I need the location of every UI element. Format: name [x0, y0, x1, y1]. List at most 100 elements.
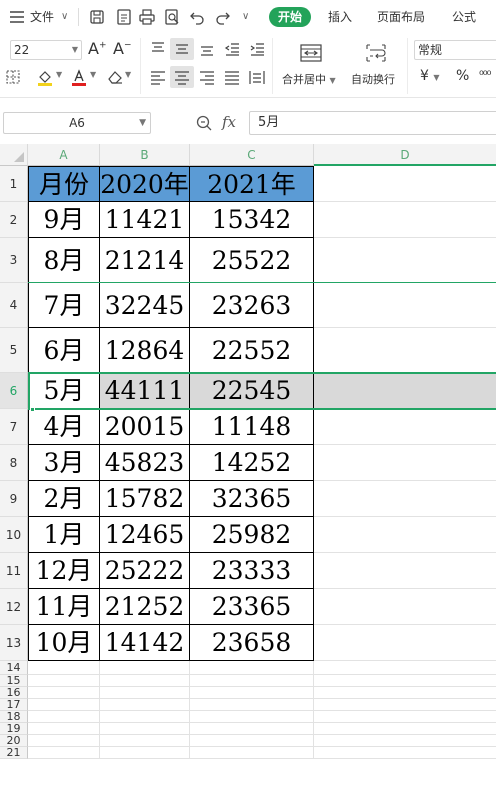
wrap-text-icon[interactable]	[364, 42, 388, 64]
align-left-icon[interactable]	[149, 68, 167, 86]
table-cell[interactable]: 10月	[28, 625, 100, 661]
file-menu[interactable]: 文件	[30, 8, 54, 26]
align-right-icon[interactable]	[198, 68, 216, 86]
clear-format-icon[interactable]	[106, 68, 124, 86]
undo-icon[interactable]	[188, 8, 206, 26]
fill-color-icon[interactable]	[36, 68, 54, 86]
tab-home[interactable]: 开始	[269, 7, 311, 27]
column-header-c[interactable]: C	[190, 144, 314, 166]
save-icon[interactable]	[88, 8, 106, 26]
print-icon[interactable]	[138, 8, 156, 26]
align-center-icon[interactable]	[173, 68, 191, 86]
increase-font-icon[interactable]: A+	[88, 39, 107, 58]
decrease-indent-icon[interactable]	[223, 40, 241, 58]
font-size-select[interactable]: 22 ▼	[10, 40, 82, 60]
formula-input[interactable]: 5月	[249, 111, 496, 135]
merge-center-icon[interactable]	[299, 42, 323, 64]
tab-insert[interactable]: 插入	[328, 8, 352, 26]
header-cell[interactable]: 2020年	[100, 166, 190, 202]
row-header[interactable]: 21	[0, 747, 28, 759]
table-cell[interactable]: 45823	[100, 445, 190, 481]
table-cell[interactable]: 11421	[100, 202, 190, 238]
row-header[interactable]: 8	[0, 445, 28, 481]
table-cell[interactable]: 25522	[190, 238, 314, 283]
hamburger-menu-icon[interactable]	[8, 8, 26, 26]
table-cell[interactable]: 21214	[100, 238, 190, 283]
font-color-chevron-icon[interactable]: ▼	[90, 70, 96, 79]
table-cell[interactable]: 3月	[28, 445, 100, 481]
file-menu-chevron-icon[interactable]: ∨	[61, 8, 68, 26]
tab-page-layout[interactable]: 页面布局	[377, 8, 425, 26]
row-header[interactable]: 13	[0, 625, 28, 661]
row-header[interactable]: 2	[0, 202, 28, 238]
table-cell[interactable]: 7月	[28, 283, 100, 328]
row-header[interactable]: 9	[0, 481, 28, 517]
table-cell[interactable]: 14252	[190, 445, 314, 481]
fill-color-chevron-icon[interactable]: ▼	[56, 70, 62, 79]
column-header-d[interactable]: D	[314, 144, 496, 166]
table-cell[interactable]: 12465	[100, 517, 190, 553]
zoom-search-icon[interactable]	[195, 114, 213, 132]
table-cell[interactable]: 15342	[190, 202, 314, 238]
row-header[interactable]: 10	[0, 517, 28, 553]
font-color-icon[interactable]	[70, 68, 88, 86]
table-cell[interactable]: 23333	[190, 553, 314, 589]
table-cell[interactable]: 25982	[190, 517, 314, 553]
table-cell[interactable]: 23365	[190, 589, 314, 625]
row-header[interactable]: 6	[0, 373, 28, 409]
table-cell[interactable]: 32365	[190, 481, 314, 517]
row-header[interactable]: 4	[0, 283, 28, 328]
table-cell[interactable]: 12864	[100, 328, 190, 373]
border-icon[interactable]	[4, 68, 22, 86]
fill-handle[interactable]	[30, 407, 35, 412]
justify-icon[interactable]	[223, 68, 241, 86]
row-header[interactable]: 1	[0, 166, 28, 202]
table-cell[interactable]: 6月	[28, 328, 100, 373]
align-bottom-icon[interactable]	[198, 40, 216, 58]
align-middle-icon[interactable]	[173, 40, 191, 58]
row-header[interactable]: 11	[0, 553, 28, 589]
table-cell[interactable]: 32245	[100, 283, 190, 328]
export-pdf-icon[interactable]	[115, 8, 133, 26]
row-header[interactable]: 7	[0, 409, 28, 445]
table-cell[interactable]: 11月	[28, 589, 100, 625]
print-preview-icon[interactable]	[163, 8, 181, 26]
table-cell[interactable]: 25222	[100, 553, 190, 589]
table-cell[interactable]: 15782	[100, 481, 190, 517]
table-cell[interactable]: 23263	[190, 283, 314, 328]
column-header-a[interactable]: A	[28, 144, 100, 166]
table-cell[interactable]: 23658	[190, 625, 314, 661]
merge-center-button[interactable]: 合并居中 ▼	[282, 71, 336, 87]
header-cell[interactable]: 月份	[28, 166, 100, 202]
align-top-icon[interactable]	[149, 40, 167, 58]
row-header[interactable]: 3	[0, 238, 28, 283]
column-header-b[interactable]: B	[100, 144, 190, 166]
fx-icon[interactable]: fx	[222, 113, 236, 131]
table-cell[interactable]: 9月	[28, 202, 100, 238]
table-cell[interactable]: 21252	[100, 589, 190, 625]
table-cell[interactable]: 2月	[28, 481, 100, 517]
tab-formulas[interactable]: 公式	[452, 8, 476, 26]
table-cell[interactable]: 22552	[190, 328, 314, 373]
currency-button[interactable]: ¥ ▼	[420, 68, 440, 84]
distributed-align-icon[interactable]	[248, 68, 266, 86]
quick-access-chevron-icon[interactable]: ∨	[242, 8, 249, 26]
row-header[interactable]: 14	[0, 661, 28, 675]
wrap-text-button[interactable]: 自动换行	[351, 71, 395, 87]
clear-format-chevron-icon[interactable]: ▼	[125, 70, 131, 79]
table-cell[interactable]: 11148	[190, 409, 314, 445]
table-cell[interactable]: 12月	[28, 553, 100, 589]
row-header[interactable]: 5	[0, 328, 28, 373]
table-cell[interactable]: 8月	[28, 238, 100, 283]
table-cell[interactable]: 14142	[100, 625, 190, 661]
table-cell[interactable]: 1月	[28, 517, 100, 553]
number-format-select[interactable]: 常规	[414, 40, 496, 60]
thousands-separator-icon[interactable]: ⁰⁰⁰	[479, 68, 491, 82]
row-header[interactable]: 12	[0, 589, 28, 625]
redo-icon[interactable]	[214, 8, 232, 26]
header-cell[interactable]: 2021年	[190, 166, 314, 202]
select-all-corner[interactable]	[0, 144, 28, 166]
increase-indent-icon[interactable]	[248, 40, 266, 58]
decrease-font-icon[interactable]: A−	[113, 39, 132, 58]
table-cell[interactable]: 4月	[28, 409, 100, 445]
